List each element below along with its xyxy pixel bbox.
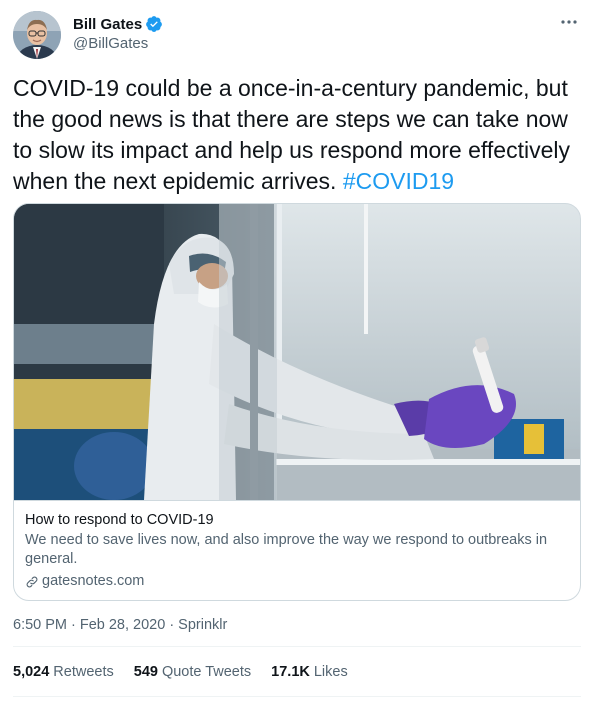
engagement-stats: 5,024 Retweets 549 Quote Tweets 17.1K Li… — [13, 664, 348, 680]
tweet-time[interactable]: 6:50 PM — [13, 617, 67, 633]
tweet-detail: Bill Gates @BillGates COVID-19 could be … — [0, 0, 591, 702]
tweet-timestamp: 6:50 PM · Feb 28, 2020 · Sprinklr — [13, 617, 227, 633]
hashtag-link[interactable]: #COVID19 — [343, 168, 454, 194]
avatar[interactable] — [13, 11, 61, 59]
quote-tweets-count: 549 — [133, 664, 158, 680]
timestamp-separator: · — [71, 617, 76, 633]
tweet-text: COVID-19 could be a once-in-a-century pa… — [13, 73, 581, 197]
likes-stat[interactable]: 17.1K Likes — [271, 664, 348, 680]
card-meta: How to respond to COVID-19 We need to sa… — [14, 500, 580, 600]
tweet-body: COVID-19 could be a once-in-a-century pa… — [13, 75, 570, 194]
card-title: How to respond to COVID-19 — [25, 512, 214, 528]
link-icon — [26, 576, 38, 587]
avatar-image — [13, 11, 61, 59]
tweet-date[interactable]: Feb 28, 2020 — [80, 617, 165, 633]
card-image — [14, 204, 580, 500]
timestamp-separator: · — [169, 617, 175, 633]
author-handle[interactable]: @BillGates — [73, 35, 148, 52]
retweets-stat[interactable]: 5,024 Retweets — [13, 664, 114, 680]
quote-tweets-stat[interactable]: 549 Quote Tweets — [134, 664, 251, 680]
card-description: We need to save lives now, and also impr… — [25, 532, 548, 567]
divider — [13, 646, 581, 647]
more-dots-icon — [561, 20, 577, 24]
card-domain-text: gatesnotes.com — [42, 573, 145, 589]
quote-tweets-label: Quote Tweets — [161, 664, 252, 680]
retweets-label: Retweets — [53, 664, 114, 680]
likes-label: Likes — [313, 664, 348, 680]
author-name-row[interactable]: Bill Gates — [73, 15, 163, 33]
more-options-button[interactable] — [557, 12, 581, 32]
card-domain: gatesnotes.com — [25, 572, 569, 591]
link-preview-card[interactable]: How to respond to COVID-19 We need to sa… — [13, 203, 581, 601]
verified-badge-icon — [146, 16, 163, 32]
retweets-count: 5,024 — [13, 664, 50, 680]
divider — [13, 696, 581, 697]
author-display-name[interactable]: Bill Gates — [73, 16, 142, 33]
tweet-source[interactable]: Sprinklr — [178, 617, 227, 633]
likes-count: 17.1K — [271, 664, 310, 680]
